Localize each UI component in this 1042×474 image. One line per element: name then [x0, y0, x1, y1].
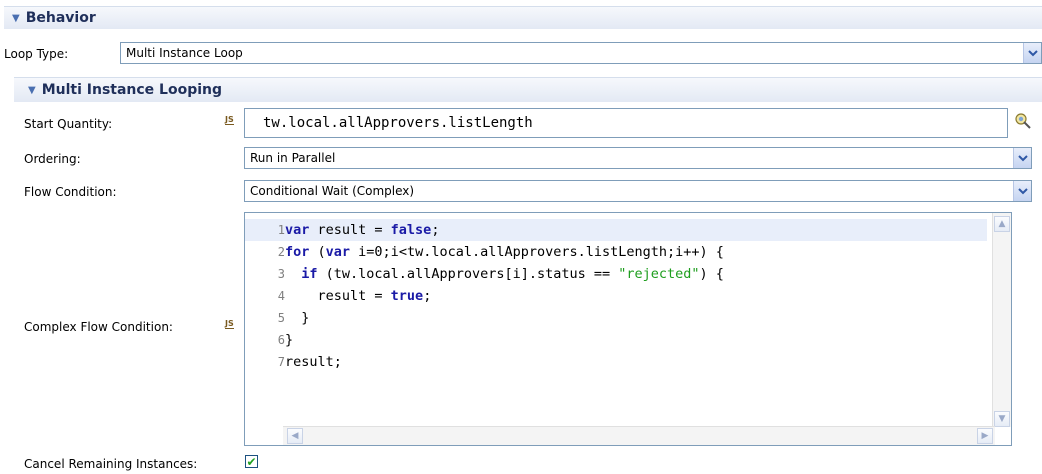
- flow-condition-label: Flow Condition:: [24, 185, 117, 199]
- code-text: result = true;: [285, 288, 432, 304]
- code-line[interactable]: 6}: [245, 329, 987, 351]
- behavior-section-title: Behavior: [25, 10, 96, 26]
- code-line[interactable]: 3 if (tw.local.allApprovers[i].status ==…: [245, 263, 987, 285]
- chevron-down-icon[interactable]: [1013, 181, 1031, 201]
- behavior-section-header[interactable]: ▼ Behavior: [4, 6, 1042, 29]
- code-line[interactable]: 5 }: [245, 307, 987, 329]
- multi-instance-section-header[interactable]: ▼ Multi Instance Looping: [14, 77, 1042, 102]
- cancel-remaining-checkbox[interactable]: ✔: [245, 455, 258, 468]
- line-number: 2: [277, 245, 285, 259]
- checkmark-icon: ✔: [246, 454, 257, 469]
- line-number: 5: [277, 311, 285, 325]
- code-text: result;: [285, 354, 342, 370]
- scroll-right-icon[interactable]: ▶: [977, 428, 993, 444]
- javascript-icon: JS: [225, 115, 234, 125]
- start-quantity-label: Start Quantity:: [24, 117, 113, 131]
- start-quantity-input[interactable]: tw.local.allApprovers.listLength: [244, 108, 1008, 138]
- multi-instance-section-title: Multi Instance Looping: [41, 82, 223, 98]
- ordering-label: Ordering:: [24, 152, 81, 166]
- ordering-value: Run in Parallel: [250, 151, 336, 165]
- line-number: 4: [277, 289, 285, 303]
- scroll-down-icon[interactable]: ▼: [994, 411, 1010, 427]
- scroll-up-icon[interactable]: ▲: [994, 216, 1010, 232]
- code-text: var result = false;: [285, 222, 440, 238]
- code-text: }: [285, 310, 310, 326]
- triangle-down-icon[interactable]: ▼: [12, 13, 20, 24]
- code-editor[interactable]: 1 var result = false; 2 for (var i=0;i<tw.…: [244, 212, 1012, 446]
- line-number: 7: [277, 355, 285, 369]
- vertical-scrollbar[interactable]: ▲ ▼: [992, 213, 1011, 427]
- flow-condition-dropdown[interactable]: Conditional Wait (Complex): [244, 180, 1032, 202]
- code-text: }: [285, 332, 294, 348]
- line-number: 6: [277, 333, 285, 347]
- code-text: if (tw.local.allApprovers[i].status == "…: [301, 266, 724, 282]
- line-number: 1: [277, 223, 285, 237]
- chevron-down-icon[interactable]: [1013, 148, 1031, 168]
- horizontal-scrollbar[interactable]: ◀ ▶: [283, 426, 995, 445]
- code-line[interactable]: 4 result = true;: [245, 285, 987, 307]
- cancel-remaining-label: Cancel Remaining Instances:: [24, 457, 198, 471]
- code-line[interactable]: 1 var result = false;: [245, 219, 987, 241]
- loop-type-label: Loop Type:: [4, 47, 69, 61]
- chevron-down-icon[interactable]: [1023, 43, 1041, 63]
- code-line[interactable]: 7 result;: [245, 351, 987, 373]
- complex-flow-condition-label: Complex Flow Condition:: [24, 320, 173, 334]
- flow-condition-value: Conditional Wait (Complex): [250, 184, 415, 198]
- javascript-icon: JS: [225, 319, 234, 329]
- loop-type-value: Multi Instance Loop: [126, 46, 243, 60]
- code-line[interactable]: 2 for (var i=0;i<tw.local.allApprovers.li…: [245, 241, 987, 263]
- loop-type-dropdown[interactable]: Multi Instance Loop: [120, 42, 1042, 64]
- triangle-down-icon[interactable]: ▼: [28, 85, 36, 96]
- variable-picker-icon[interactable]: [1014, 112, 1032, 130]
- ordering-dropdown[interactable]: Run in Parallel: [244, 147, 1032, 169]
- scroll-left-icon[interactable]: ◀: [287, 428, 303, 444]
- code-text: for (var i=0;i<tw.local.allApprovers.lis…: [285, 244, 724, 260]
- line-number: 3: [277, 267, 285, 281]
